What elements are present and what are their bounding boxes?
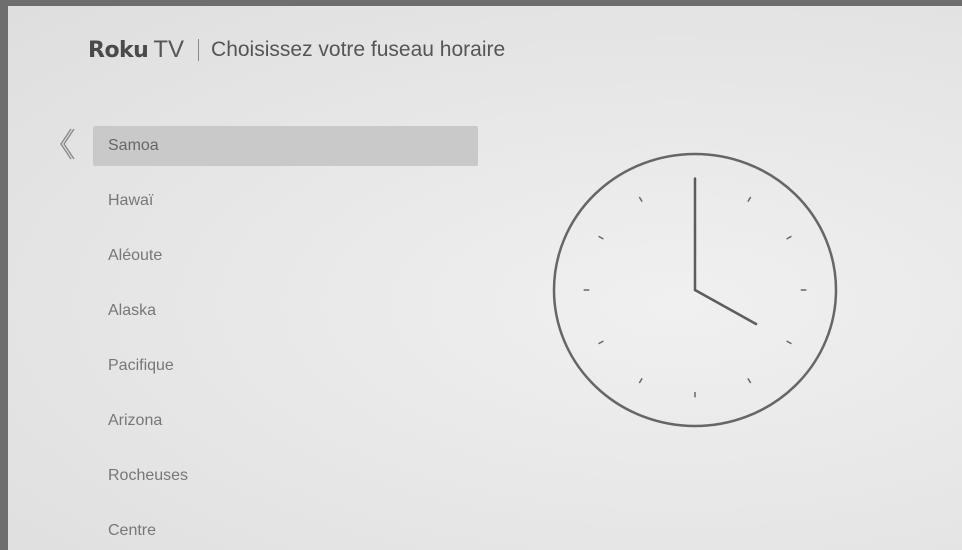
timezone-item-central[interactable]: Centre	[93, 511, 478, 550]
roku-tv-logo: Roku TV	[88, 36, 184, 64]
timezone-item-samoa[interactable]: Samoa	[93, 126, 478, 166]
logo-brand: Roku	[88, 38, 149, 63]
timezone-item-mountain[interactable]: Rocheuses	[93, 456, 478, 496]
clock-tick	[747, 377, 752, 384]
timezone-item-hawaii[interactable]: Hawaï	[93, 181, 478, 221]
header: Roku TV Choisissez votre fuseau horaire	[88, 30, 505, 70]
clock-tick	[598, 340, 604, 345]
back-chevron-icon[interactable]	[56, 126, 76, 162]
logo-product: TV	[153, 36, 185, 63]
page-title: Choisissez votre fuseau horaire	[211, 38, 506, 61]
timezone-item-aleutian[interactable]: Aléoute	[93, 236, 478, 276]
clock-tick	[786, 235, 792, 240]
clock-tick	[638, 377, 643, 384]
clock-tick	[747, 196, 752, 203]
timezone-list: Samoa Hawaï Aléoute Alaska Pacifique Ari…	[93, 126, 478, 550]
timezone-item-alaska[interactable]: Alaska	[93, 291, 478, 331]
analog-clock-icon	[552, 152, 838, 428]
timezone-item-arizona[interactable]: Arizona	[93, 401, 478, 441]
clock-tick	[786, 340, 792, 345]
roku-timezone-screen: Roku TV Choisissez votre fuseau horaire …	[8, 6, 962, 550]
header-divider	[198, 39, 200, 61]
clock-tick	[638, 196, 643, 203]
clock-tick	[598, 235, 604, 240]
clock-hour-hand	[693, 288, 758, 326]
timezone-item-pacific[interactable]: Pacifique	[93, 346, 478, 386]
